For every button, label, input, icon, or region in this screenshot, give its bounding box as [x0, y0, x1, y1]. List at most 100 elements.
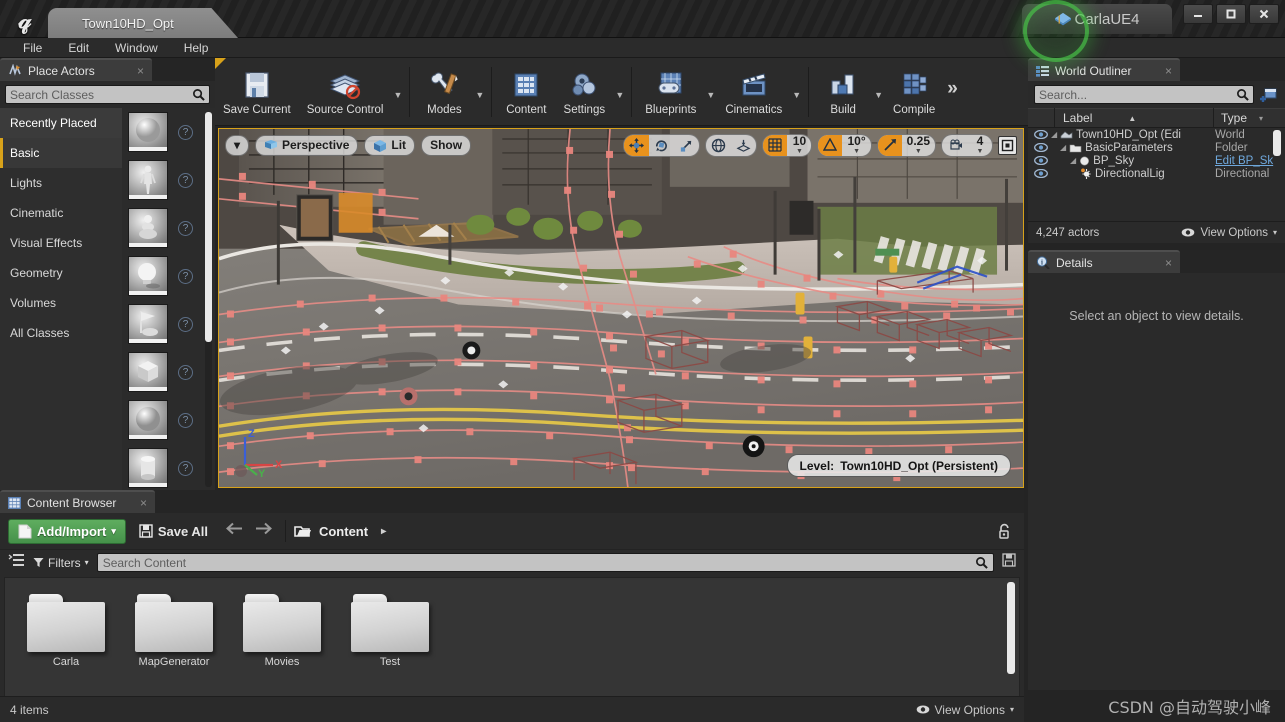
- category-cinematic[interactable]: Cinematic: [0, 198, 122, 228]
- search-classes-input[interactable]: Search Classes: [5, 85, 210, 104]
- category-geometry[interactable]: Geometry: [0, 258, 122, 288]
- add-import-button[interactable]: Add/Import ▾: [8, 518, 126, 544]
- content-browser-scrollbar[interactable]: [1007, 582, 1015, 674]
- camera-speed-value[interactable]: 4 ▼: [968, 135, 992, 156]
- scale-snap-value[interactable]: 0.25 ▼: [902, 135, 935, 156]
- arrow-left-icon[interactable]: [225, 522, 243, 540]
- outliner-row-world[interactable]: ◢ Town10HD_Opt (Edi World: [1028, 128, 1285, 141]
- viewport-lit-button[interactable]: Lit: [364, 134, 416, 156]
- toolbar-overflow-icon[interactable]: »: [947, 78, 957, 100]
- sources-panel-icon[interactable]: [8, 553, 25, 572]
- tab-details[interactable]: i Details ×: [1028, 250, 1180, 273]
- world-outliner-scrollbar[interactable]: [1273, 130, 1281, 156]
- place-actors-scrollbar[interactable]: [205, 112, 212, 342]
- build-caret-icon[interactable]: ▼: [872, 90, 885, 100]
- close-button[interactable]: [1249, 4, 1279, 24]
- eye-icon[interactable]: [1031, 156, 1051, 165]
- filters-button[interactable]: Filters ▾: [33, 556, 89, 570]
- maximize-viewport-icon[interactable]: [998, 135, 1017, 155]
- expand-arrow-icon[interactable]: ◢: [1060, 143, 1066, 152]
- details-close-icon[interactable]: ×: [1165, 256, 1172, 270]
- category-basic[interactable]: Basic: [0, 138, 122, 168]
- tab-place-actors[interactable]: Place Actors ×: [0, 58, 152, 81]
- chevron-right-icon[interactable]: ▸: [381, 526, 386, 537]
- toolbar-modes[interactable]: Modes: [415, 58, 473, 126]
- help-icon[interactable]: ?: [178, 412, 193, 428]
- type-column-header[interactable]: Type ▾: [1213, 108, 1285, 128]
- level-viewport[interactable]: ▾ Perspective Lit Show 10 ▼ 10° ▼ 0.25 ▼…: [218, 128, 1024, 488]
- grid-snap-value[interactable]: 10 ▼: [787, 135, 811, 156]
- label-column-header[interactable]: Label ▲: [1055, 108, 1213, 128]
- modes-caret-icon[interactable]: ▼: [473, 90, 486, 100]
- help-icon[interactable]: ?: [178, 364, 193, 380]
- toolbar-cinematics[interactable]: Cinematics: [717, 58, 790, 126]
- toolbar-source-control[interactable]: Source Control: [299, 58, 392, 126]
- viewport-perspective-button[interactable]: Perspective: [255, 134, 359, 156]
- place-actors-item-list[interactable]: ? ? ? ? ? ? ? ?: [122, 108, 215, 490]
- category-volumes[interactable]: Volumes: [0, 288, 122, 318]
- help-icon[interactable]: ?: [178, 460, 193, 476]
- help-icon[interactable]: ?: [178, 124, 193, 140]
- toolbar-content[interactable]: Content: [497, 58, 555, 126]
- blueprints-caret-icon[interactable]: ▼: [704, 90, 717, 100]
- rotate-gizmo-icon[interactable]: [649, 135, 674, 156]
- asset-folder-carla[interactable]: Carla: [27, 594, 105, 706]
- category-lights[interactable]: Lights: [0, 168, 122, 198]
- menu-file[interactable]: File: [10, 38, 55, 58]
- actor-item-player-start[interactable]: ?: [122, 300, 215, 348]
- rotation-snap-value[interactable]: 10° ▼: [842, 135, 870, 156]
- actor-item-character[interactable]: ?: [122, 156, 215, 204]
- asset-folder-test[interactable]: Test: [351, 594, 429, 706]
- tab-content-browser[interactable]: Content Browser ×: [0, 490, 155, 513]
- settings-caret-icon[interactable]: ▼: [613, 90, 626, 100]
- unlock-icon[interactable]: [997, 523, 1012, 545]
- cinematics-caret-icon[interactable]: ▼: [790, 90, 803, 100]
- outliner-edit-bp-link[interactable]: Edit BP_Sk: [1215, 155, 1285, 167]
- toolbar-save-current[interactable]: Save Current: [215, 58, 299, 126]
- project-tab[interactable]: Town10HD_Opt: [48, 8, 238, 38]
- content-browser-assets[interactable]: Carla MapGenerator Movies Test: [4, 577, 1020, 707]
- viewport-show-button[interactable]: Show: [421, 134, 472, 156]
- category-all-classes[interactable]: All Classes: [0, 318, 122, 348]
- angle-snap-icon[interactable]: [818, 134, 843, 156]
- actor-item-point-light[interactable]: ?: [122, 252, 215, 300]
- surface-snap-icon[interactable]: [731, 135, 756, 156]
- world-outliner-close-icon[interactable]: ×: [1165, 64, 1172, 78]
- scale-gizmo-icon[interactable]: [674, 135, 699, 156]
- asset-folder-movies[interactable]: Movies: [243, 594, 321, 706]
- help-icon[interactable]: ?: [178, 268, 193, 284]
- menu-help[interactable]: Help: [171, 38, 222, 58]
- toolbar-compile[interactable]: Compile: [885, 58, 943, 126]
- outliner-row-directional-light[interactable]: DirectionalLig Directional: [1028, 167, 1285, 180]
- add-column-icon[interactable]: [1259, 86, 1279, 104]
- translate-gizmo-icon[interactable]: [624, 134, 650, 156]
- world-outliner-search-input[interactable]: Search...: [1034, 85, 1254, 104]
- toolbar-blueprints[interactable]: Blueprints: [637, 58, 704, 126]
- camera-speed-icon[interactable]: [942, 135, 968, 156]
- actor-item-sphere[interactable]: ?: [122, 108, 215, 156]
- content-search-input[interactable]: Search Content: [96, 553, 994, 572]
- grid-snap-icon[interactable]: [763, 134, 788, 156]
- place-actors-close-icon[interactable]: ×: [137, 64, 144, 78]
- world-outliner-view-options[interactable]: View Options ▾: [1181, 227, 1277, 239]
- toolbar-build[interactable]: Build: [814, 58, 872, 126]
- actor-item-sphere-2[interactable]: ?: [122, 396, 215, 444]
- actor-item-pawn[interactable]: ?: [122, 204, 215, 252]
- menu-edit[interactable]: Edit: [55, 38, 102, 58]
- outliner-row-folder[interactable]: ◢ BasicParameters Folder: [1028, 141, 1285, 154]
- asset-folder-mapgenerator[interactable]: MapGenerator: [135, 594, 213, 706]
- eye-icon[interactable]: [1031, 143, 1051, 152]
- category-recently-placed[interactable]: Recently Placed: [0, 108, 122, 138]
- help-icon[interactable]: ?: [178, 316, 193, 332]
- content-browser-close-icon[interactable]: ×: [140, 496, 147, 510]
- world-coordinate-icon[interactable]: [706, 135, 731, 156]
- maximize-button[interactable]: [1216, 4, 1246, 24]
- toolbar-settings[interactable]: Settings: [555, 58, 613, 126]
- help-icon[interactable]: ?: [178, 172, 193, 188]
- content-breadcrumb[interactable]: Content ▸: [294, 524, 386, 539]
- minimize-button[interactable]: [1183, 4, 1213, 24]
- actor-item-cylinder[interactable]: ?: [122, 444, 215, 490]
- save-all-button[interactable]: Save All: [134, 524, 213, 539]
- viewport-options-button[interactable]: ▾: [225, 134, 249, 156]
- outliner-row-bp-sky[interactable]: ◢ BP_Sky Edit BP_Sk: [1028, 154, 1285, 167]
